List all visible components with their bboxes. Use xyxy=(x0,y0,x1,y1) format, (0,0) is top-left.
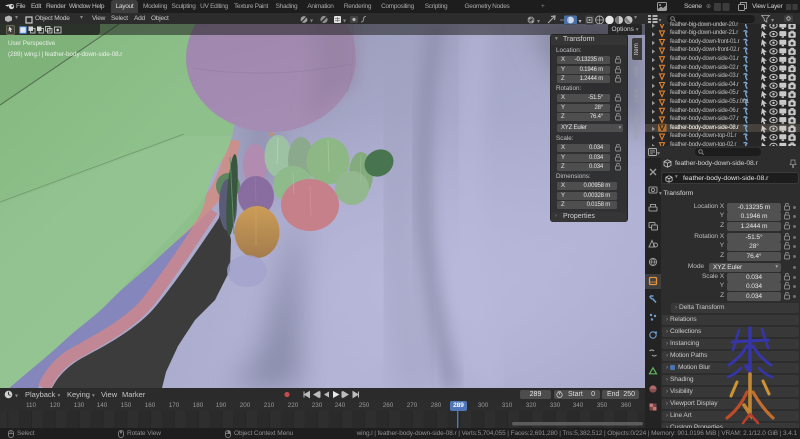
svg-text:▾: ▾ xyxy=(15,394,18,400)
svg-text:▾: ▾ xyxy=(310,18,313,24)
svg-text:▾: ▾ xyxy=(343,18,346,24)
